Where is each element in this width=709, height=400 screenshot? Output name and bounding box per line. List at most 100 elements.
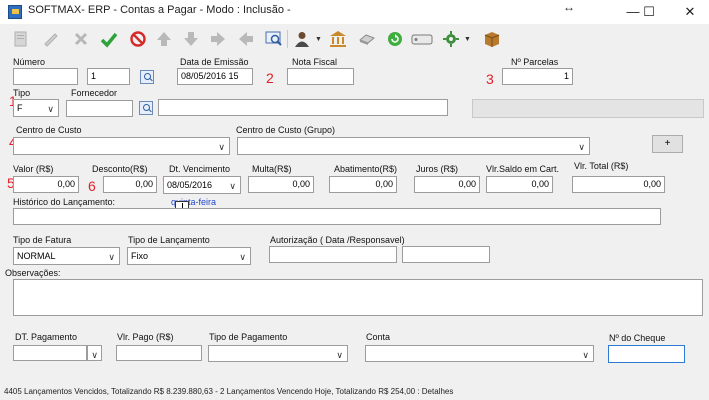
tipo-lancamento-value: Fixo [131, 251, 149, 261]
toolbar-separator [287, 30, 288, 48]
tipo-pagamento-label: Tipo de Pagamento [209, 332, 288, 342]
cheque-label: Nº do Cheque [609, 333, 666, 343]
tipo-fatura-select[interactable]: NORMAL ∨ [13, 247, 120, 265]
confirm-check-icon[interactable] [98, 28, 120, 50]
chevron-down-icon: ∨ [336, 350, 343, 360]
abatimento-field[interactable]: 0,00 [329, 176, 397, 193]
settings-dropdown-icon[interactable]: ▼ [464, 36, 471, 43]
historico-field[interactable] [13, 208, 661, 225]
user-icon[interactable] [291, 28, 313, 50]
resize-cursor-icon: ↔ [563, 0, 575, 14]
observacoes-textarea[interactable] [13, 279, 703, 316]
printer-icon[interactable] [356, 28, 378, 50]
juros-field[interactable]: 0,00 [414, 176, 480, 193]
app-logo-icon [8, 5, 22, 19]
tipo-fatura-value: NORMAL [17, 251, 56, 261]
numero-label: Número [13, 57, 46, 67]
annotation-2: 2 [266, 70, 274, 86]
serie-field[interactable]: 1 [87, 68, 130, 85]
dt-pagamento-label: DT. Pagamento [15, 332, 78, 342]
valor-label: Valor (R$) [13, 164, 54, 174]
next-record-icon[interactable] [207, 28, 229, 50]
historico-label: Histórico do Lançamento: [13, 197, 116, 207]
add-centro-button[interactable]: + [652, 135, 683, 153]
tipo-lancamento-select[interactable]: Fixo ∨ [127, 247, 251, 265]
numero-lookup-icon[interactable] [140, 70, 154, 84]
search-icon[interactable] [263, 28, 285, 50]
total-field[interactable]: 0,00 [572, 176, 665, 193]
tipo-lancamento-label: Tipo de Lançamento [128, 235, 210, 245]
dt-pagamento-field[interactable] [13, 345, 87, 361]
saldo-label: Vlr.Saldo em Cart. [486, 164, 560, 174]
fornecedor-info-panel [472, 99, 704, 118]
cheque-field[interactable] [608, 345, 685, 363]
maximize-button[interactable]: ☐ [631, 1, 667, 23]
close-button[interactable]: ✕ [672, 1, 708, 23]
vencimento-date-picker[interactable]: 08/05/2016 ∨ [163, 176, 241, 194]
conta-select[interactable]: ∨ [365, 345, 594, 362]
juros-label: Juros (R$) [416, 164, 459, 174]
chevron-down-icon: ∨ [229, 181, 236, 191]
centro-grupo-select[interactable]: ∨ [237, 137, 590, 155]
centro-custo-label: Centro de Custo [16, 125, 82, 135]
vencimento-value: 08/05/2016 [167, 180, 213, 190]
data-emissao-label: Data de Emissão [180, 57, 249, 67]
previous-record-icon[interactable] [180, 28, 202, 50]
package-icon[interactable] [481, 28, 503, 50]
vlr-pago-field[interactable] [116, 345, 202, 361]
autorizacao-data-field[interactable] [269, 246, 397, 263]
tag-icon[interactable] [411, 28, 433, 50]
total-label: Vlr. Total (R$) [574, 161, 629, 171]
edit-icon[interactable] [40, 28, 62, 50]
autorizacao-responsavel-field[interactable] [402, 246, 490, 263]
new-record-icon[interactable] [10, 28, 32, 50]
last-record-icon[interactable] [235, 28, 257, 50]
tipo-select-value: F [17, 103, 23, 113]
annotation-3: 3 [486, 71, 494, 87]
settings-icon[interactable] [440, 28, 462, 50]
fornecedor-label: Fornecedor [71, 88, 118, 98]
nota-fiscal-field[interactable] [287, 68, 354, 85]
cancel-icon[interactable] [127, 28, 149, 50]
annotation-6: 6 [88, 178, 96, 194]
fornecedor-lookup-icon[interactable] [139, 101, 153, 115]
fornecedor-code-field[interactable] [66, 100, 133, 117]
window-title: SOFTMAX- ERP - Contas a Pagar - Modo : I… [28, 4, 291, 16]
delete-icon[interactable] [70, 28, 92, 50]
observacoes-label: Observações: [5, 268, 61, 278]
abatimento-label: Abatimento(R$) [334, 164, 398, 174]
centro-grupo-label: Centro de Custo (Grupo) [236, 125, 336, 135]
chevron-down-icon: ∨ [108, 252, 115, 262]
autorizacao-label: Autorização ( Data /Responsavel) [270, 235, 405, 245]
refresh-icon[interactable] [384, 28, 406, 50]
vlr-pago-label: Vlr. Pago (R$) [117, 332, 174, 342]
tipo-select[interactable]: F ∨ [13, 99, 59, 117]
dt-pagamento-dropdown[interactable]: ∨ [87, 345, 102, 361]
numero-field[interactable] [13, 68, 78, 85]
fornecedor-name-field[interactable] [158, 99, 448, 116]
chevron-down-icon: ∨ [239, 252, 246, 262]
multa-label: Multa(R$) [252, 164, 292, 174]
saldo-field[interactable]: 0,00 [486, 176, 553, 193]
bank-icon[interactable] [327, 28, 349, 50]
first-record-icon[interactable] [153, 28, 175, 50]
vencimento-label: Dt. Vencimento [169, 164, 231, 174]
chevron-down-icon: ∨ [91, 350, 98, 360]
valor-field[interactable]: 0,00 [13, 176, 79, 193]
tipo-pagamento-select[interactable]: ∨ [208, 345, 348, 362]
multa-field[interactable]: 0,00 [248, 176, 314, 193]
parcelas-field[interactable]: 1 [502, 68, 573, 85]
chevron-down-icon: ∨ [578, 142, 585, 152]
conta-label: Conta [366, 332, 391, 342]
desconto-label: Desconto(R$) [92, 164, 148, 174]
data-emissao-field[interactable]: 08/05/2016 15 [177, 68, 253, 85]
centro-custo-select[interactable]: ∨ [13, 137, 230, 155]
parcelas-label: Nº Parcelas [511, 57, 559, 67]
user-dropdown-icon[interactable]: ▼ [315, 36, 322, 43]
nota-fiscal-label: Nota Fiscal [292, 57, 338, 67]
chevron-down-icon: ∨ [218, 142, 225, 152]
desconto-field[interactable]: 0,00 [103, 176, 157, 193]
status-bar[interactable]: 4405 Lançamentos Vencidos, Totalizando R… [0, 384, 709, 400]
chevron-down-icon: ∨ [582, 350, 589, 360]
chevron-down-icon: ∨ [47, 104, 54, 114]
